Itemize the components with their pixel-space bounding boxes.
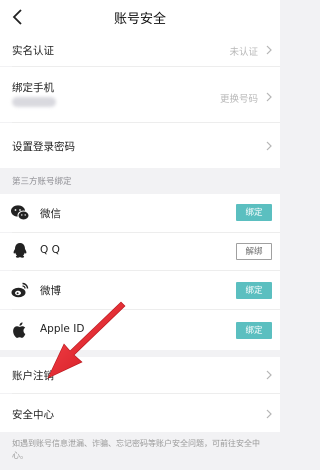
realname-label: 实名认证 bbox=[12, 45, 54, 57]
wechat-label: 微信 bbox=[40, 208, 61, 220]
qq-label: Q Q bbox=[40, 244, 60, 256]
password-label: 设置登录密码 bbox=[12, 141, 75, 153]
apple-icon bbox=[13, 322, 26, 338]
chevron-right-icon bbox=[266, 370, 272, 380]
weibo-label: 微博 bbox=[40, 285, 61, 297]
chevron-right-icon bbox=[266, 409, 272, 419]
phone-row[interactable]: 绑定手机 更换号码 bbox=[0, 67, 280, 122]
wechat-row: 微信 绑定 bbox=[0, 194, 280, 232]
weibo-row: 微博 绑定 bbox=[0, 271, 280, 309]
password-row[interactable]: 设置登录密码 bbox=[0, 123, 280, 168]
realname-status: 未认证 bbox=[229, 47, 258, 58]
phone-label: 绑定手机 bbox=[12, 82, 54, 94]
account-cancel-label: 账户注销 bbox=[12, 370, 54, 382]
chevron-right-icon bbox=[266, 45, 272, 55]
weibo-icon bbox=[11, 282, 29, 298]
weibo-bind-button[interactable]: 绑定 bbox=[236, 282, 272, 299]
qq-unbind-button[interactable]: 解绑 bbox=[236, 243, 272, 260]
chevron-right-icon bbox=[266, 141, 272, 151]
security-center-row[interactable]: 安全中心 bbox=[0, 394, 280, 432]
top-bar: 账号安全 bbox=[0, 0, 280, 34]
wechat-icon bbox=[11, 205, 30, 221]
phone-number-blurred bbox=[12, 97, 56, 107]
change-number-link[interactable]: 更换号码 bbox=[220, 91, 258, 105]
realname-row[interactable]: 实名认证 未认证 bbox=[0, 34, 280, 66]
apple-id-label: Apple ID bbox=[40, 323, 85, 335]
qq-icon bbox=[13, 243, 27, 258]
security-center-label: 安全中心 bbox=[12, 409, 54, 421]
footer-note-text: 如遇到账号信息泄漏、诈骗、忘记密码等账户安全问题，可前往安全中心。 bbox=[12, 439, 260, 460]
third-party-section-heading: 第三方账号绑定 bbox=[0, 168, 280, 194]
apple-id-bind-button[interactable]: 绑定 bbox=[236, 322, 272, 339]
third-party-heading-text: 第三方账号绑定 bbox=[12, 177, 72, 187]
chevron-right-icon bbox=[266, 92, 272, 102]
qq-row: Q Q 解绑 bbox=[0, 233, 280, 270]
apple-id-row: Apple ID 绑定 bbox=[0, 310, 280, 350]
wechat-bind-button[interactable]: 绑定 bbox=[236, 204, 272, 221]
page-title: 账号安全 bbox=[113, 12, 166, 27]
account-cancel-row[interactable]: 账户注销 bbox=[0, 357, 280, 393]
footer-note: 如遇到账号信息泄漏、诈骗、忘记密码等账户安全问题，可前往安全中心。 bbox=[0, 432, 280, 470]
